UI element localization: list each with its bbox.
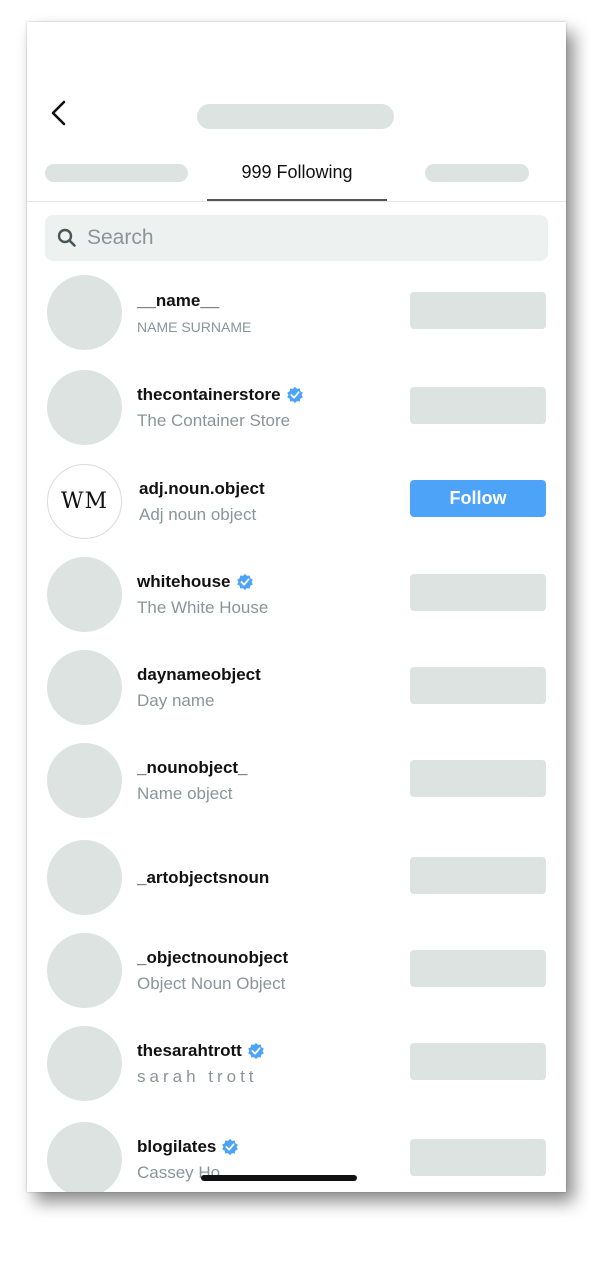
tabs-divider: [27, 201, 566, 202]
username[interactable]: thesarahtrott: [137, 1041, 265, 1061]
list-item[interactable]: _objectnounobject Object Noun Object: [27, 933, 566, 1027]
account-names: __name__ NAME SURNAME: [137, 275, 251, 350]
back-button[interactable]: [45, 98, 75, 128]
full-name: Name object: [137, 783, 233, 803]
tab-followers-placeholder[interactable]: [45, 164, 188, 182]
account-names: adj.noun.object Adj noun object: [139, 464, 265, 539]
username[interactable]: thecontainerstore: [137, 385, 304, 405]
follow-button-placeholder[interactable]: [410, 1139, 546, 1176]
verified-badge-icon: [222, 1138, 239, 1155]
list-item[interactable]: _artobjectsnoun: [27, 840, 566, 934]
avatar[interactable]: [47, 840, 122, 915]
avatar-logo[interactable]: WM: [47, 464, 122, 539]
account-names: daynameobject Day name: [137, 650, 261, 725]
follow-button-placeholder[interactable]: [410, 667, 546, 704]
avatar[interactable]: [47, 370, 122, 445]
full-name: Day name: [137, 690, 215, 710]
follow-button-placeholder[interactable]: [410, 760, 546, 797]
username[interactable]: _artobjectsnoun: [137, 868, 269, 888]
list-item[interactable]: thesarahtrott sarah trott: [27, 1026, 566, 1120]
full-name: The White House: [137, 597, 269, 617]
username[interactable]: blogilates: [137, 1137, 239, 1157]
avatar[interactable]: [47, 1122, 122, 1192]
follow-button-placeholder[interactable]: [410, 857, 546, 894]
avatar[interactable]: [47, 275, 122, 350]
following-screen: 999 Following __name__ NAME SURNAME thec…: [27, 22, 566, 1192]
tab-following[interactable]: 999 Following: [207, 158, 387, 200]
list-item[interactable]: _nounobject_ Name object: [27, 743, 566, 837]
list-item[interactable]: __name__ NAME SURNAME: [27, 275, 566, 369]
follow-button-placeholder[interactable]: [410, 950, 546, 987]
account-names: _objectnounobject Object Noun Object: [137, 933, 288, 1008]
follow-button-placeholder[interactable]: [410, 387, 546, 424]
username[interactable]: __name__: [137, 291, 251, 311]
account-names: whitehouse The White House: [137, 557, 268, 632]
follow-button-placeholder[interactable]: [410, 1043, 546, 1080]
title-placeholder: [197, 104, 394, 129]
verified-badge-icon: [248, 1042, 264, 1059]
username[interactable]: _objectnounobject: [137, 948, 288, 968]
list-item[interactable]: daynameobject Day name: [27, 650, 566, 744]
search-icon: [57, 228, 76, 247]
full-name: Object Noun Object: [137, 973, 286, 993]
account-names: _artobjectsnoun: [137, 840, 269, 915]
username[interactable]: whitehouse: [137, 572, 268, 592]
follow-button-placeholder[interactable]: [410, 292, 546, 329]
avatar[interactable]: [47, 933, 122, 1008]
chevron-left-icon: [51, 100, 66, 126]
home-indicator[interactable]: [201, 1175, 357, 1181]
follow-button-placeholder[interactable]: [410, 574, 546, 611]
avatar[interactable]: [47, 743, 122, 818]
tab-other-placeholder[interactable]: [425, 164, 529, 182]
avatar[interactable]: [47, 557, 122, 632]
full-name: NAME SURNAME: [137, 318, 252, 335]
full-name: sarah trott: [137, 1066, 258, 1086]
username[interactable]: adj.noun.object: [139, 479, 265, 499]
follow-button[interactable]: Follow: [410, 480, 546, 517]
username[interactable]: daynameobject: [137, 665, 261, 685]
verified-badge-icon: [236, 573, 253, 590]
search-input[interactable]: [85, 225, 509, 251]
full-name: Adj noun object: [139, 504, 257, 524]
list-item[interactable]: WM adj.noun.object Adj noun object Follo…: [27, 464, 566, 558]
account-names: blogilates Cassey Ho: [137, 1122, 239, 1192]
avatar[interactable]: [47, 650, 122, 725]
verified-badge-icon: [286, 386, 303, 403]
full-name: The Container Store: [137, 410, 291, 430]
account-names: thesarahtrott sarah trott: [137, 1026, 265, 1101]
account-names: _nounobject_ Name object: [137, 743, 248, 818]
avatar[interactable]: [47, 1026, 122, 1101]
account-names: thecontainerstore The Container Store: [137, 370, 304, 445]
list-item[interactable]: thecontainerstore The Container Store: [27, 370, 566, 464]
list-item[interactable]: blogilates Cassey Ho: [27, 1122, 566, 1192]
username[interactable]: _nounobject_: [137, 758, 248, 778]
search-bar[interactable]: [45, 215, 548, 261]
list-item[interactable]: whitehouse The White House: [27, 557, 566, 651]
